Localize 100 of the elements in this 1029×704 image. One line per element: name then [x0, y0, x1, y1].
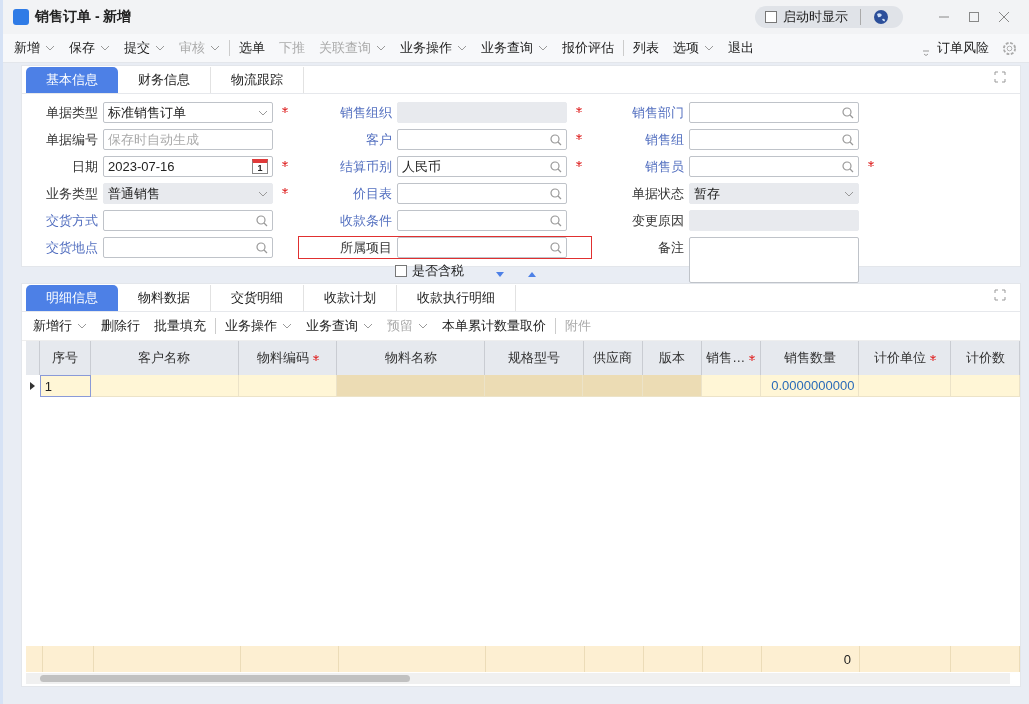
- toolbar-button[interactable]: 选单: [232, 39, 272, 57]
- toolbar-button[interactable]: 业务查询: [299, 317, 380, 335]
- calendar-icon[interactable]: 1: [252, 159, 268, 174]
- lookup-field[interactable]: [689, 129, 859, 150]
- date-field[interactable]: 2023-07-16 1: [103, 156, 273, 177]
- column-header[interactable]: 物料编码: [238, 341, 338, 375]
- column-header[interactable]: 规格型号: [485, 341, 584, 375]
- lookup-field[interactable]: [397, 183, 567, 204]
- field-label: 业务类型: [45, 185, 99, 203]
- text-area[interactable]: [689, 237, 859, 283]
- toolbar-button[interactable]: 退出: [721, 39, 761, 57]
- search-icon[interactable]: [842, 106, 854, 119]
- toolbar-button[interactable]: 本单累计数量取价: [435, 317, 553, 335]
- toolbar-button[interactable]: 列表: [626, 39, 666, 57]
- column-header[interactable]: 计价单位: [859, 341, 952, 375]
- toolbar-button[interactable]: 新增行: [26, 317, 94, 335]
- column-header[interactable]: 版本: [642, 341, 702, 375]
- table-cell[interactable]: [583, 375, 643, 397]
- table-cell[interactable]: [337, 375, 485, 397]
- column-header[interactable]: 序号: [39, 341, 92, 375]
- field-label[interactable]: 结算币别: [299, 156, 397, 177]
- tab[interactable]: 财务信息: [118, 67, 211, 93]
- table-cell[interactable]: [642, 375, 702, 397]
- table-cell[interactable]: 1: [39, 375, 92, 397]
- search-icon[interactable]: [842, 133, 854, 146]
- checkbox[interactable]: [765, 11, 777, 23]
- lookup-field[interactable]: [689, 102, 859, 123]
- tab[interactable]: 基本信息: [26, 67, 118, 93]
- caret-icon: [457, 45, 467, 51]
- toolbar-button[interactable]: 选项: [666, 39, 721, 57]
- maximize-icon[interactable]: [968, 11, 980, 23]
- tab[interactable]: 物料数据: [118, 285, 211, 311]
- table-cell[interactable]: [238, 375, 338, 397]
- column-header[interactable]: 销售数量: [760, 341, 860, 375]
- toolbar-button[interactable]: 删除行: [94, 317, 147, 335]
- search-icon[interactable]: [550, 133, 562, 146]
- table-cell[interactable]: [701, 375, 761, 397]
- field-label[interactable]: 价目表: [299, 183, 397, 204]
- dropdown-field[interactable]: 标准销售订单: [103, 102, 273, 123]
- field-label[interactable]: 销售员: [593, 156, 689, 177]
- field-label: 备注: [657, 239, 685, 257]
- lookup-field[interactable]: 人民币: [397, 156, 567, 177]
- table-cell[interactable]: [484, 375, 584, 397]
- toolbar-button[interactable]: 新增: [7, 39, 62, 57]
- table-cell[interactable]: [951, 375, 1020, 397]
- scrollbar[interactable]: [26, 673, 1010, 684]
- toolbar-button[interactable]: 批量填充: [147, 317, 213, 335]
- tab[interactable]: 交货明细: [211, 285, 304, 311]
- caret-icon: [376, 45, 386, 51]
- search-icon[interactable]: [256, 241, 268, 254]
- tab[interactable]: 收款执行明细: [397, 285, 516, 311]
- toolbar-button[interactable]: 报价评估: [555, 39, 621, 57]
- field-label: 单据类型: [45, 104, 99, 122]
- tab[interactable]: 收款计划: [304, 285, 397, 311]
- startup-toggle[interactable]: 启动时显示: [755, 6, 903, 28]
- more-icon[interactable]: [922, 48, 930, 56]
- lookup-field[interactable]: [397, 237, 567, 258]
- field-label[interactable]: 销售组: [593, 129, 689, 150]
- search-icon[interactable]: [256, 214, 268, 227]
- toolbar-button[interactable]: 保存: [62, 39, 117, 57]
- expand-icon[interactable]: [994, 288, 1006, 301]
- toolbar-button[interactable]: 业务查询: [474, 39, 555, 57]
- search-icon[interactable]: [550, 214, 562, 227]
- globe-icon[interactable]: [873, 9, 889, 25]
- field-label[interactable]: 销售部门: [593, 102, 689, 123]
- toolbar-button[interactable]: 订单风险: [930, 39, 996, 57]
- search-icon[interactable]: [550, 241, 562, 254]
- column-header[interactable]: 物料名称: [337, 341, 486, 375]
- expand-up-icon[interactable]: [528, 271, 536, 277]
- toolbar-button[interactable]: 业务操作: [218, 317, 299, 335]
- search-icon[interactable]: [842, 160, 854, 173]
- table-cell[interactable]: 0.0000000000: [760, 375, 860, 397]
- close-icon[interactable]: [998, 11, 1010, 23]
- tab[interactable]: 物流跟踪: [211, 67, 304, 93]
- column-header[interactable]: 销售…: [701, 341, 761, 375]
- collapse-icon[interactable]: [496, 271, 504, 277]
- lookup-field[interactable]: [103, 237, 273, 258]
- table-cell[interactable]: [91, 375, 239, 397]
- field-label[interactable]: 交货地点: [23, 237, 103, 258]
- toolbar-button[interactable]: 业务操作: [393, 39, 474, 57]
- input-field[interactable]: 保存时自动生成: [103, 129, 273, 150]
- column-header[interactable]: 供应商: [583, 341, 643, 375]
- checkbox[interactable]: [395, 265, 407, 277]
- column-header[interactable]: 计价数: [951, 341, 1020, 375]
- tab[interactable]: 明细信息: [26, 285, 118, 311]
- lookup-field[interactable]: [397, 210, 567, 231]
- column-header[interactable]: 客户名称: [91, 341, 239, 375]
- lookup-field[interactable]: [397, 129, 567, 150]
- field-label: 单据状态: [631, 185, 685, 203]
- table-cell[interactable]: [859, 375, 951, 397]
- field-label[interactable]: 收款条件: [299, 210, 397, 231]
- lookup-field[interactable]: [689, 156, 859, 177]
- field-label[interactable]: 交货方式: [23, 210, 103, 231]
- settings-icon[interactable]: [1002, 40, 1017, 56]
- search-icon[interactable]: [550, 187, 562, 200]
- search-icon[interactable]: [550, 160, 562, 173]
- lookup-field[interactable]: [103, 210, 273, 231]
- field-label[interactable]: 客户: [299, 129, 397, 150]
- toolbar-button[interactable]: 提交: [117, 39, 172, 57]
- expand-icon[interactable]: [994, 70, 1006, 83]
